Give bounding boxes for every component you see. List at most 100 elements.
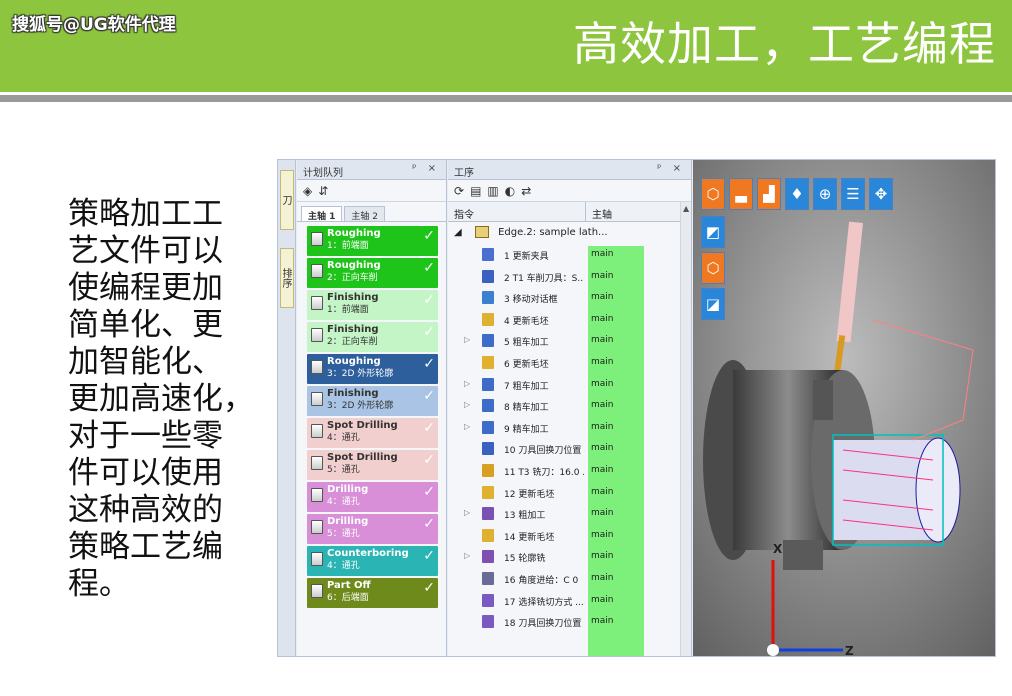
- operation-row[interactable]: ▷ 9 精车加工 main: [448, 417, 691, 439]
- queue-item-name: Finishing: [327, 388, 379, 399]
- queue-item-name: Roughing: [327, 356, 381, 367]
- operation-row[interactable]: ▷ 7 粗车加工 main: [448, 374, 691, 396]
- tool-holder-icon[interactable]: ▟: [757, 178, 781, 210]
- operation-label: 3 移动对话框: [504, 295, 558, 306]
- operation-spindle: main: [591, 443, 614, 454]
- operation-icon: [482, 312, 494, 326]
- operation-icon: [311, 264, 323, 278]
- side-tab-sort[interactable]: 排序: [280, 248, 294, 308]
- operations-list: ◢ Edge.2: sample lath... 1 更新夹具 main 2 T1 …: [448, 222, 691, 633]
- operation-row[interactable]: ▷ 8 精车加工 main: [448, 395, 691, 417]
- jaw: [783, 540, 823, 570]
- operation-row[interactable]: 10 刀具回换刀位置 main: [448, 438, 691, 460]
- panel-controls[interactable]: ᵖ ×: [657, 163, 685, 174]
- queue-item[interactable]: Finishing 1：前端面 ✓: [307, 290, 438, 320]
- 3d-viewport[interactable]: X Z ⬡ ▃ ▟ ♦ ⊕ ☰ ✥ ◩ ⬡ ◪: [693, 160, 995, 657]
- refresh-icon[interactable]: ⟳: [454, 184, 464, 198]
- queue-item[interactable]: Drilling 4：通孔 ✓: [307, 482, 438, 512]
- operation-spindle: main: [591, 508, 614, 519]
- operation-spindle: main: [591, 292, 614, 303]
- operation-row[interactable]: 18 刀具回换刀位置 main: [448, 611, 691, 633]
- body-line: 艺文件可以: [68, 233, 223, 269]
- drill-icon[interactable]: ♦: [785, 178, 809, 210]
- tab-spindle-1[interactable]: 主轴 1: [301, 206, 343, 222]
- operation-row[interactable]: ▷ 5 粗车加工 main: [448, 330, 691, 352]
- view-iso-icon[interactable]: ◩: [701, 216, 725, 248]
- operation-row[interactable]: ▷ 15 轮廓铣 main: [448, 546, 691, 568]
- zoom-icon[interactable]: ⊕: [813, 178, 837, 210]
- panel-controls[interactable]: ᵖ ×: [412, 163, 440, 174]
- operation-row[interactable]: 14 更新毛坯 main: [448, 525, 691, 547]
- operation-row[interactable]: 2 T1 车削刀具：S... main: [448, 266, 691, 288]
- operation-row[interactable]: 17 选择铣切方式 ... main: [448, 590, 691, 612]
- queue-item[interactable]: Roughing 2：正向车削 ✓: [307, 258, 438, 288]
- operation-row[interactable]: 1 更新夹具 main: [448, 244, 691, 266]
- cube-icon[interactable]: ⬡: [701, 178, 725, 210]
- operation-icon: [482, 442, 494, 456]
- operation-spindle: main: [591, 249, 614, 259]
- operation-row[interactable]: 4 更新毛坯 main: [448, 309, 691, 331]
- operation-spindle: main: [591, 594, 614, 605]
- swap-icon[interactable]: ⇄: [521, 184, 531, 198]
- operation-spindle: main: [591, 335, 614, 346]
- operations-root-row[interactable]: ◢ Edge.2: sample lath...: [448, 222, 691, 244]
- checkmark-icon: ✓: [423, 228, 435, 244]
- body-line: 件可以使用: [68, 455, 223, 491]
- collapse-icon[interactable]: ◢: [454, 227, 462, 238]
- operation-row[interactable]: 11 T3 铣刀：16.0 ... main: [448, 460, 691, 482]
- body-line: 使编程更加: [68, 270, 223, 306]
- operation-icon: [482, 550, 494, 564]
- expand-icon[interactable]: ▷: [464, 379, 470, 388]
- doc-alt-icon[interactable]: ▥: [487, 184, 498, 198]
- checkmark-icon: ✓: [423, 260, 435, 276]
- queue-item[interactable]: Drilling 5：通孔 ✓: [307, 514, 438, 544]
- expand-icon[interactable]: ▷: [464, 508, 470, 517]
- list-icon[interactable]: ☰: [841, 178, 865, 210]
- operation-icon: [482, 269, 494, 283]
- doc-icon[interactable]: ▤: [470, 184, 481, 198]
- side-tab-strip: 刀 排序: [278, 160, 296, 656]
- shade-icon[interactable]: ◐: [505, 184, 515, 198]
- operation-row[interactable]: 6 更新毛坯 main: [448, 352, 691, 374]
- expand-icon[interactable]: ▷: [464, 400, 470, 409]
- axes-icon[interactable]: ✥: [869, 178, 893, 210]
- view-box-icon[interactable]: ⬡: [701, 252, 725, 284]
- operation-icon: [311, 488, 323, 502]
- expand-icon[interactable]: ▷: [464, 422, 470, 431]
- queue-item-name: Roughing: [327, 260, 381, 271]
- queue-item[interactable]: Spot Drilling 5：通孔 ✓: [307, 450, 438, 480]
- column-spindle[interactable]: 主轴: [586, 202, 644, 221]
- queue-item-name: Counterboring: [327, 548, 409, 559]
- queue-item-sub: 5：通孔: [327, 465, 360, 475]
- scroll-up-icon[interactable]: ▲: [683, 204, 689, 213]
- queue-item[interactable]: Roughing 3：2D 外形轮廓 ✓: [307, 354, 438, 384]
- tab-spindle-2[interactable]: 主轴 2: [344, 206, 385, 222]
- queue-item[interactable]: Spot Drilling 4：通孔 ✓: [307, 418, 438, 448]
- column-command[interactable]: 指令: [448, 202, 586, 221]
- operation-row[interactable]: 3 移动对话框 main: [448, 287, 691, 309]
- queue-item[interactable]: Finishing 2：正向车削 ✓: [307, 322, 438, 352]
- queue-item[interactable]: Part Off 6：后端面 ✓: [307, 578, 438, 608]
- queue-item[interactable]: Roughing 1：前端面 ✓: [307, 226, 438, 256]
- axis-z-label: Z: [845, 644, 854, 657]
- operation-icon: [311, 232, 323, 246]
- view-shade-icon[interactable]: ◪: [701, 288, 725, 320]
- plan-queue-header: 计划队列 ᵖ ×: [297, 160, 446, 180]
- operation-row[interactable]: 12 更新毛坯 main: [448, 482, 691, 504]
- operation-label: 4 更新毛坯: [504, 316, 549, 327]
- viewport-side-toolbar: ◩ ⬡ ◪: [701, 216, 725, 320]
- side-tab-tool[interactable]: 刀: [280, 170, 294, 230]
- operation-spindle: main: [591, 378, 614, 389]
- sort-icon[interactable]: ⇵: [318, 184, 328, 198]
- operation-row[interactable]: 16 角度进给：C 0 main: [448, 568, 691, 590]
- expand-icon[interactable]: ▷: [464, 551, 470, 560]
- queue-item[interactable]: Counterboring 4：通孔 ✓: [307, 546, 438, 576]
- queue-tool-icon[interactable]: ◈: [303, 184, 312, 198]
- lathe-icon[interactable]: ▃: [729, 178, 753, 210]
- operations-panel: 工序 ᵖ × ⟳ ▤ ▥ ◐ ⇄ 指令 主轴 ◢ Edge.2: sample …: [448, 160, 692, 656]
- operation-label: 12 更新毛坯: [504, 489, 555, 500]
- queue-item[interactable]: Finishing 3：2D 外形轮廓 ✓: [307, 386, 438, 416]
- expand-icon[interactable]: ▷: [464, 335, 470, 344]
- operation-icon: [482, 485, 494, 499]
- operation-row[interactable]: ▷ 13 粗加工 main: [448, 503, 691, 525]
